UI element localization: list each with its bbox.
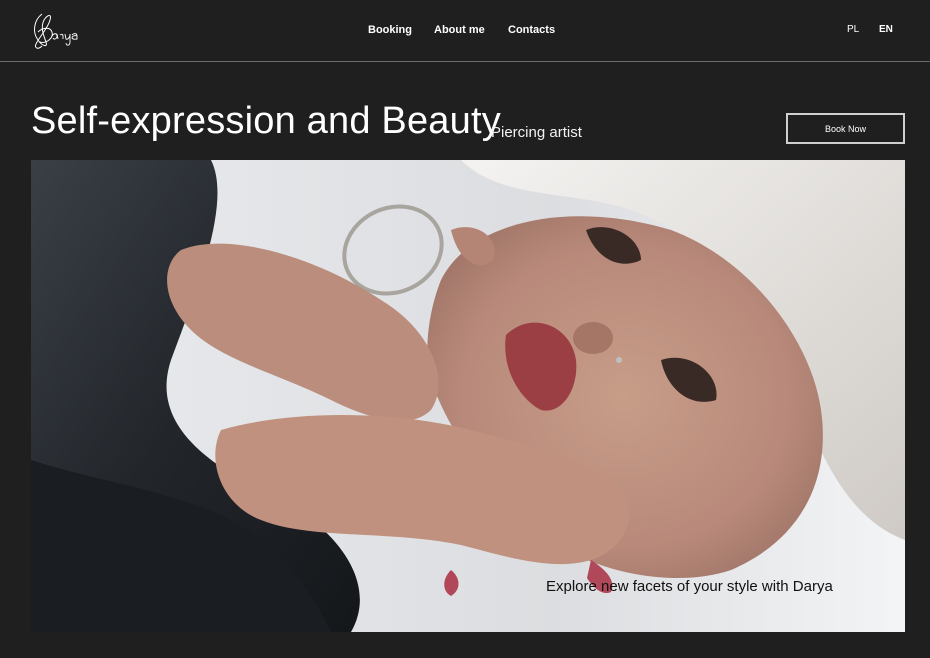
book-now-button[interactable]: Book Now [786,113,905,144]
nav-contacts-link[interactable]: Contacts [508,24,555,36]
hero-image [31,160,905,632]
nav-about-link[interactable]: About me [434,24,485,36]
language-en-option[interactable]: EN [879,24,893,35]
nav-booking-link[interactable]: Booking [368,24,412,36]
portrait-photo-illustration [31,160,905,632]
hero-caption: Explore new facets of your style with Da… [546,578,833,595]
site-header: Booking About me Contacts PL EN [0,0,930,62]
language-pl-option[interactable]: PL [847,24,859,35]
hero-subtitle: Piercing artist [491,124,582,141]
hero-title: Self-expression and Beauty [31,100,501,142]
main-nav: Booking About me Contacts [0,24,930,38]
